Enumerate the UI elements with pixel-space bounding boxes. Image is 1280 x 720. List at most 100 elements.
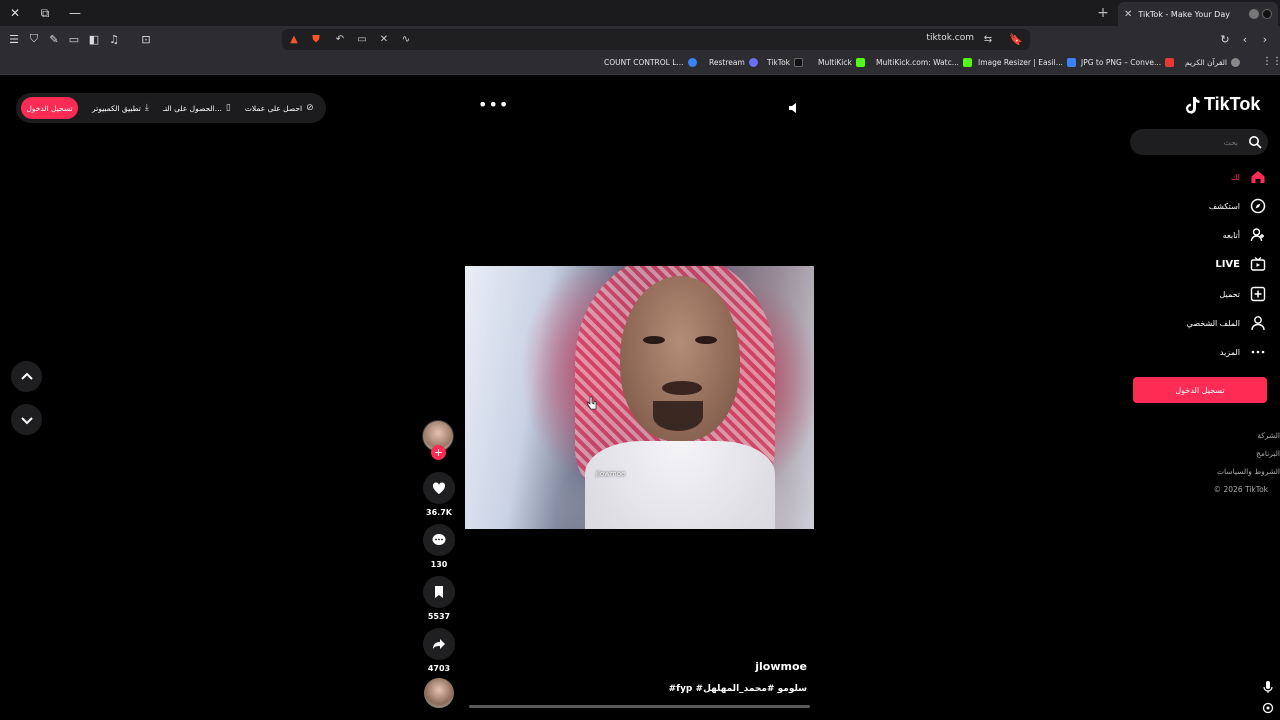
more-icon bbox=[1250, 344, 1266, 360]
save-action[interactable]: 5537 bbox=[422, 576, 456, 621]
video-frame-beard bbox=[653, 401, 703, 431]
bookmark-item[interactable]: TikTok bbox=[767, 58, 804, 67]
get-coins-link[interactable]: احصل على عملات ⊘ bbox=[245, 103, 314, 113]
comment-icon bbox=[432, 534, 446, 545]
sidebar-item-profile[interactable]: الملف الشخصي bbox=[1187, 315, 1266, 331]
chevron-up-icon bbox=[20, 372, 33, 380]
search-bar[interactable] bbox=[1130, 129, 1268, 155]
extension-icon[interactable]: ✎ bbox=[46, 31, 62, 47]
back-icon[interactable]: ‹ bbox=[1237, 31, 1253, 47]
upload-icon bbox=[1250, 286, 1266, 302]
video-username[interactable]: jlowmoe bbox=[755, 660, 807, 673]
compass-icon bbox=[1250, 198, 1266, 214]
get-app-link[interactable]: الحصول على التـ... ▯ bbox=[163, 103, 231, 113]
search-input[interactable] bbox=[1140, 133, 1240, 151]
screenshot-icon[interactable]: ⊡ bbox=[138, 31, 154, 47]
sound-avatar[interactable] bbox=[424, 678, 454, 708]
tab-audio-icon[interactable] bbox=[1249, 9, 1259, 19]
home-icon bbox=[1250, 169, 1266, 185]
bookmark-item[interactable]: Restream bbox=[709, 58, 758, 67]
bookmark-item[interactable]: COUNT CONTROL L... bbox=[604, 58, 697, 67]
share-count: 4703 bbox=[427, 664, 451, 673]
comment-count: 130 bbox=[430, 560, 448, 569]
sidebar-item-more[interactable]: المزيد bbox=[1220, 344, 1266, 360]
video-caption[interactable]: #fyp #سلومو #محمد_المهلهل bbox=[669, 684, 807, 694]
bookmark-favicon-icon bbox=[794, 58, 804, 67]
microphone-icon[interactable] bbox=[1262, 680, 1274, 694]
video-frame-eye bbox=[695, 336, 717, 344]
brave-rewards-icon[interactable]: ▲ bbox=[286, 31, 302, 47]
reader-icon[interactable]: ∿ bbox=[398, 31, 414, 47]
back-history-icon[interactable]: ↶ bbox=[332, 31, 348, 47]
forward-icon[interactable]: › bbox=[1257, 31, 1273, 47]
brave-shield-icon[interactable]: ⛊ bbox=[308, 31, 324, 47]
lens-icon[interactable] bbox=[1262, 702, 1274, 714]
volume-icon[interactable] bbox=[786, 100, 802, 116]
browser-tab-active[interactable]: ✕ TikTok - Make Your Day bbox=[1118, 2, 1278, 26]
phone-icon: ▯ bbox=[225, 103, 231, 113]
video-frame-eye bbox=[643, 336, 665, 344]
browser-toolbar: ☰ ⛉ ✎ ▭ ◧ ♫ ⊡ ▲ ⛊ ↶ ▭ ✕ ∿ tiktok.com ⇆ 🔖… bbox=[0, 26, 1280, 53]
like-action[interactable]: 36.7K bbox=[422, 472, 456, 517]
bookmark-item[interactable]: MultiKick bbox=[818, 58, 865, 67]
video-frame-thobe bbox=[585, 441, 775, 529]
reload-icon[interactable]: ↻ bbox=[1217, 31, 1233, 47]
next-video-button[interactable] bbox=[11, 404, 42, 435]
following-icon bbox=[1250, 227, 1266, 243]
bookmark-icon[interactable]: 🔖 bbox=[1008, 31, 1024, 47]
shield-icon[interactable]: ⛉ bbox=[26, 31, 42, 47]
desktop-app-link[interactable]: تطبيق الكمبيوتر ⤓ bbox=[92, 103, 149, 113]
tabs-icon[interactable]: ▭ bbox=[66, 31, 82, 47]
promo-login-button[interactable]: تسجيل الدخول bbox=[21, 97, 78, 119]
video-player[interactable]: jlowmoe bbox=[465, 266, 814, 529]
translate-icon[interactable]: ✕ bbox=[376, 31, 392, 47]
search-icon[interactable] bbox=[1248, 135, 1262, 149]
bookmark-item[interactable]: Image Resizer | Easil... bbox=[978, 58, 1076, 67]
browser-titlebar: ✕ ⧉ — + ✕ TikTok - Make Your Day bbox=[0, 0, 1280, 26]
chevron-down-icon bbox=[20, 416, 33, 424]
bookmark-favicon-icon bbox=[1165, 58, 1175, 67]
previous-video-button[interactable] bbox=[11, 361, 42, 392]
sidebar-icon[interactable]: ◧ bbox=[86, 31, 102, 47]
footer-copyright: © 2026 TikTok bbox=[1213, 485, 1268, 494]
follow-plus-icon[interactable]: + bbox=[431, 445, 446, 460]
sidebar-item-live[interactable]: LIVE bbox=[1215, 256, 1266, 272]
footer-link-program[interactable]: البرنامج bbox=[1256, 449, 1280, 458]
window-restore-icon[interactable]: ⧉ bbox=[30, 0, 60, 26]
tiktok-logo[interactable]: TikTok bbox=[1184, 94, 1260, 115]
bookmark-item[interactable]: JPG to PNG – Conve... bbox=[1081, 58, 1175, 67]
share-action[interactable]: 4703 bbox=[422, 628, 456, 673]
window-close-icon[interactable]: ✕ bbox=[0, 0, 30, 26]
bookmark-icon bbox=[435, 586, 443, 598]
new-tab-button[interactable]: + bbox=[1094, 4, 1112, 22]
footer-link-company[interactable]: الشركة bbox=[1257, 431, 1280, 440]
video-progress-bar[interactable] bbox=[469, 705, 810, 708]
sidebar-item-explore[interactable]: استكشف bbox=[1209, 198, 1266, 214]
coin-icon: ⊘ bbox=[306, 103, 314, 113]
sidebar-login-button[interactable]: تسجيل الدخول bbox=[1133, 377, 1267, 403]
comment-action[interactable]: 130 bbox=[422, 524, 456, 569]
sidebar-item-upload[interactable]: تحميل bbox=[1220, 286, 1267, 302]
tiktok-page: تسجيل الدخول تطبيق الكمبيوتر ⤓ الحصول عل… bbox=[0, 76, 1280, 720]
bookmark-item[interactable]: MultiKick.com: Watc... bbox=[876, 58, 972, 67]
sidebar-item-following[interactable]: أتابعه bbox=[1223, 227, 1266, 243]
bookmarks-overflow-icon[interactable]: ⋮⋮ bbox=[1262, 56, 1280, 67]
sidebar-item-for-you[interactable]: لك bbox=[1231, 169, 1266, 185]
address-bar[interactable]: ▲ ⛊ ↶ ▭ ✕ ∿ tiktok.com ⇆ bbox=[282, 29, 1030, 50]
live-icon bbox=[1250, 256, 1266, 272]
more-options-icon[interactable]: ••• bbox=[478, 97, 508, 116]
bookmark-item[interactable]: القرآن الكريم bbox=[1185, 58, 1241, 67]
footer-link-terms[interactable]: الشروط والسياسات bbox=[1217, 467, 1280, 476]
tab-close-icon[interactable]: ✕ bbox=[1124, 9, 1132, 20]
window-minimize-icon[interactable]: — bbox=[60, 0, 90, 26]
profile-icon bbox=[1250, 315, 1266, 331]
menu-icon[interactable]: ☰ bbox=[6, 31, 22, 47]
bookmark-favicon-icon bbox=[748, 58, 758, 67]
cast-icon[interactable]: ▭ bbox=[354, 31, 370, 47]
share-icon bbox=[433, 639, 445, 649]
heart-icon bbox=[432, 482, 446, 494]
bookmark-favicon-icon bbox=[1231, 58, 1241, 67]
site-settings-icon[interactable]: ⇆ bbox=[980, 31, 996, 47]
tab-title: TikTok - Make Your Day bbox=[1138, 9, 1230, 19]
music-icon[interactable]: ♫ bbox=[106, 31, 122, 47]
